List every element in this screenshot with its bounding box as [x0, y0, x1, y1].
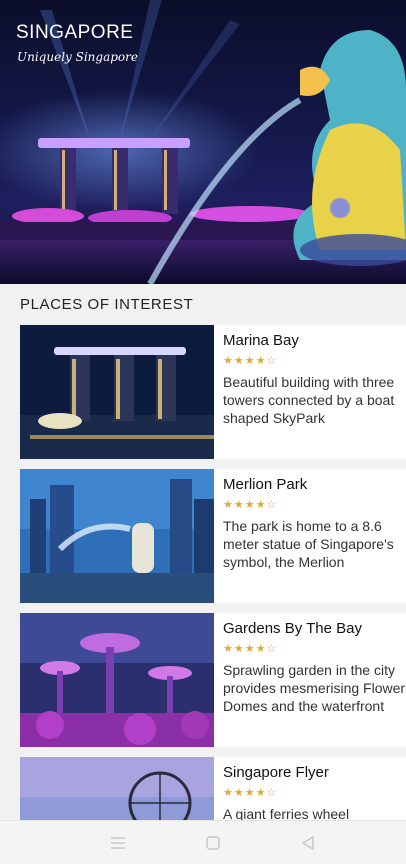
place-title: Marina Bay: [223, 332, 299, 349]
place-image: [20, 325, 214, 459]
rating-stars: ★★★★☆: [223, 787, 278, 799]
hero-subtitle: Uniquely Singapore: [17, 50, 138, 64]
place-title: Singapore Flyer: [223, 764, 329, 781]
place-image: [20, 613, 214, 747]
place-description: Sprawling garden in the city provides me…: [223, 662, 406, 714]
rating-stars: ★★★★☆: [223, 499, 278, 511]
place-title: Merlion Park: [223, 476, 308, 493]
place-description: A giant ferries wheel: [223, 806, 350, 820]
menu-icon[interactable]: [108, 833, 128, 853]
place-title: Gardens By The Bay: [223, 620, 362, 637]
place-card-gardens-by-the-bay[interactable]: Gardens By The Bay ★★★★☆ Sprawling garde…: [20, 613, 406, 747]
place-image: [20, 469, 214, 603]
place-card-merlion-park[interactable]: Merlion Park ★★★★☆ The park is home to a…: [20, 469, 406, 603]
place-card-singapore-flyer[interactable]: Singapore Flyer ★★★★☆ A giant ferries wh…: [20, 757, 406, 820]
back-triangle-icon[interactable]: [298, 833, 318, 853]
hero-title: SINGAPORE: [16, 22, 134, 43]
section-title: PLACES OF INTEREST: [20, 296, 194, 313]
place-card-marina-bay[interactable]: Marina Bay ★★★★☆ Beautiful building with…: [20, 325, 406, 459]
rating-stars: ★★★★☆: [223, 355, 278, 367]
place-image: [20, 757, 214, 820]
place-description: The park is home to a 8.6 meter statue o…: [223, 518, 394, 570]
rating-stars: ★★★★☆: [223, 643, 278, 655]
hero-banner: SINGAPORE Uniquely Singapore: [0, 0, 406, 284]
place-description: Beautiful building with three towers con…: [223, 374, 395, 426]
home-square-icon[interactable]: [203, 833, 223, 853]
system-nav-bar: [0, 820, 406, 864]
